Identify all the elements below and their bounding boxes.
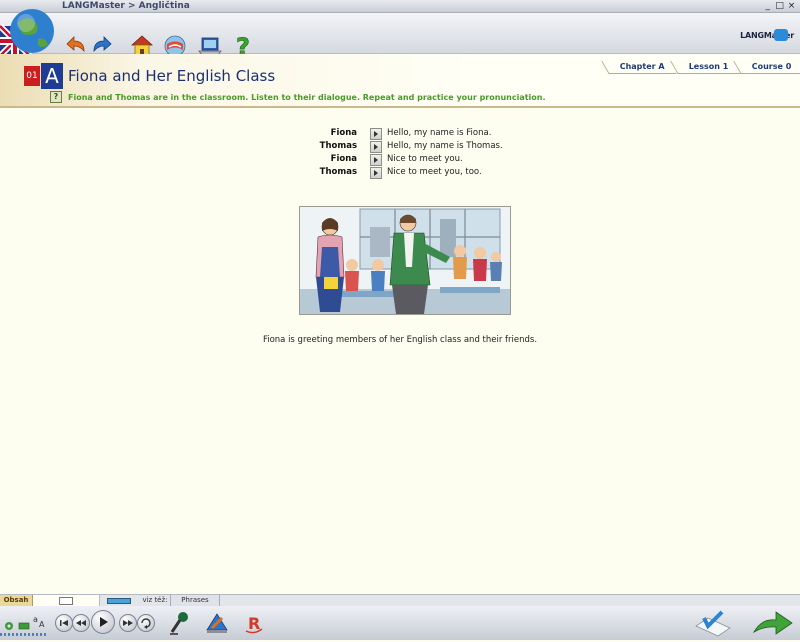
bottom-control-bar: aA R <box>0 606 800 640</box>
repeat-button[interactable] <box>137 614 155 632</box>
rewind-icon <box>76 620 86 626</box>
speaker-name: Thomas <box>319 167 357 177</box>
illustration-caption: Fiona is greeting members of her English… <box>262 335 538 345</box>
skip-start-button[interactable] <box>55 614 73 632</box>
volume-level-indicator[interactable] <box>0 633 46 636</box>
globe-logo-icon <box>0 1 54 61</box>
tab-obsah[interactable]: Obsah <box>0 595 33 606</box>
fast-forward-icon <box>123 620 133 626</box>
svg-text:R: R <box>248 614 260 633</box>
instruction-text: Fiona and Thomas are in the classroom. L… <box>68 93 546 102</box>
microphone-icon[interactable] <box>168 610 192 636</box>
play-line-button[interactable] <box>370 154 382 166</box>
fast-forward-button[interactable] <box>119 614 137 632</box>
previous-page-icon[interactable] <box>692 608 732 638</box>
replay-recording-icon[interactable]: R <box>242 611 266 635</box>
instruction-help-icon[interactable]: ? <box>50 91 62 103</box>
keyboard-icon[interactable] <box>18 616 30 630</box>
rewind-button[interactable] <box>72 614 90 632</box>
main-toolbar: ? LANGMaster <box>0 9 800 61</box>
next-page-icon[interactable] <box>752 608 796 638</box>
pen-icon <box>107 598 131 604</box>
title-bar: LANGMaster > Angličtina _ □ × <box>0 0 800 13</box>
dialogue-text: Hello, my name is Thomas. <box>387 141 503 151</box>
record-compare-icon[interactable] <box>204 610 230 636</box>
play-button[interactable] <box>91 610 115 634</box>
dialogue-line: Thomas Hello, my name is Thomas. <box>0 140 800 153</box>
dialogue-text: Nice to meet you. <box>387 154 463 164</box>
skip-start-icon <box>60 620 68 626</box>
window-controls: _ □ × <box>763 0 796 12</box>
brand-block: LANGMaster <box>740 29 794 41</box>
speaker-name: Fiona <box>330 154 357 164</box>
classroom-illustration <box>299 206 511 315</box>
speaker-name: Thomas <box>319 141 357 151</box>
lesson-number: 01 <box>24 66 40 86</box>
minimize-button[interactable]: _ <box>763 0 772 12</box>
breadcrumb-course[interactable]: Course 0 <box>733 61 800 74</box>
breadcrumb: Chapter A Lesson 1 Course 0 <box>601 54 800 74</box>
play-line-button[interactable] <box>370 128 382 140</box>
repeat-icon <box>141 618 151 629</box>
dialogue-line: Fiona Hello, my name is Fiona. <box>0 127 800 140</box>
lesson-letter: A <box>41 63 63 89</box>
play-line-button[interactable] <box>370 167 382 179</box>
translate-icon[interactable]: aA <box>32 614 46 629</box>
svg-text:A: A <box>39 620 45 628</box>
notes-icon <box>59 597 73 605</box>
close-button[interactable]: × <box>787 0 796 12</box>
play-line-button[interactable] <box>370 141 382 153</box>
see-also-label: viz též: <box>142 596 168 604</box>
brand-window-icon <box>774 29 788 41</box>
dialogue-text: Hello, my name is Fiona. <box>387 128 492 138</box>
window-title: LANGMaster > Angličtina <box>62 1 190 11</box>
bottom-tab-row: Obsah viz též: Phrases <box>0 594 800 607</box>
settings-icon[interactable] <box>3 616 15 630</box>
breadcrumb-lesson[interactable]: Lesson 1 <box>670 61 741 74</box>
breadcrumb-chapter[interactable]: Chapter A <box>601 61 677 74</box>
play-icon <box>100 617 108 627</box>
dialogue-line: Fiona Nice to meet you. <box>0 153 800 166</box>
notes-tab[interactable] <box>33 595 100 606</box>
dialogue-line: Thomas Nice to meet you, too. <box>0 166 800 179</box>
page-title: Fiona and Her English Class <box>68 67 276 85</box>
maximize-button[interactable]: □ <box>775 0 784 12</box>
svg-text:a: a <box>33 615 38 624</box>
dialogue-text: Nice to meet you, too. <box>387 167 482 177</box>
audio-tab[interactable] <box>100 595 138 606</box>
speaker-name: Fiona <box>330 128 357 138</box>
